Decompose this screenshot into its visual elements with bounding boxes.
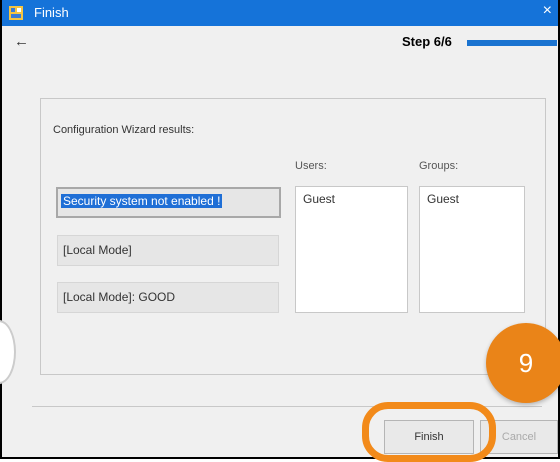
step-indicator: Step 6/6 xyxy=(402,34,452,49)
list-item[interactable]: Guest xyxy=(427,192,459,206)
wizard-header: ← Step 6/6 xyxy=(2,26,558,58)
close-icon[interactable]: × xyxy=(543,2,552,20)
status-security[interactable]: Security system not enabled ! xyxy=(56,187,281,218)
finish-highlight-ring xyxy=(362,402,496,462)
status-mode-text: [Local Mode] xyxy=(63,243,132,257)
users-list[interactable]: Guest xyxy=(295,186,408,313)
groups-list[interactable]: Guest xyxy=(419,186,525,313)
status-mode-result[interactable]: [Local Mode]: GOOD xyxy=(57,282,279,313)
status-security-text: Security system not enabled ! xyxy=(61,194,223,208)
title-bar: Finish × xyxy=(2,0,558,26)
users-label: Users: xyxy=(295,160,327,172)
wizard-window: Finish × ← Step 6/6 Configuration Wizard… xyxy=(0,0,560,459)
back-arrow-icon[interactable]: ← xyxy=(14,33,29,50)
progress-bar-fill xyxy=(467,40,557,46)
results-panel: Configuration Wizard results: Users: Gro… xyxy=(40,98,546,375)
app-icon xyxy=(9,6,23,20)
step-number-badge: 9 xyxy=(486,323,560,403)
results-title: Configuration Wizard results: xyxy=(53,124,195,136)
progress-bar xyxy=(467,40,557,46)
status-mode[interactable]: [Local Mode] xyxy=(57,235,279,266)
window-title: Finish xyxy=(34,5,69,20)
status-mode-result-text: [Local Mode]: GOOD xyxy=(63,290,176,304)
list-item[interactable]: Guest xyxy=(303,192,335,206)
groups-label: Groups: xyxy=(419,160,459,172)
